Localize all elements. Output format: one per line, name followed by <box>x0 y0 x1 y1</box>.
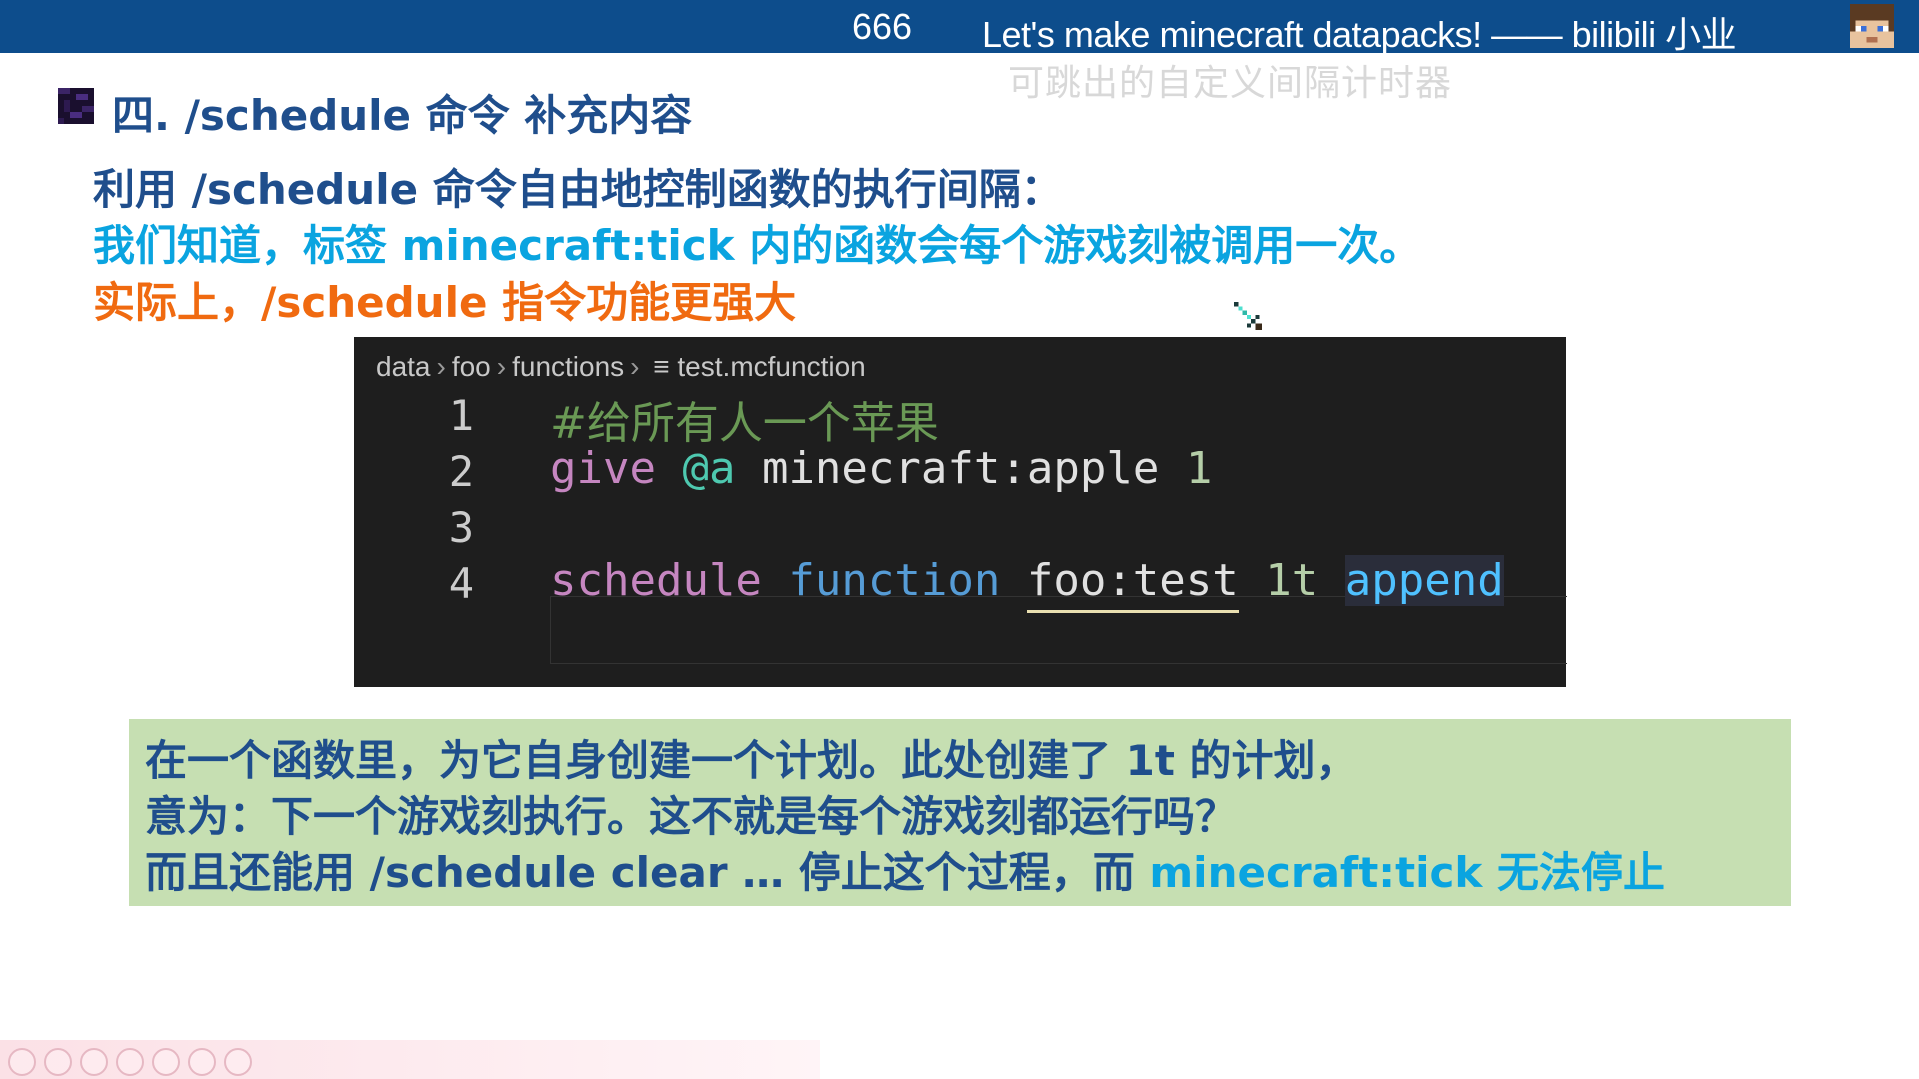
top-bar: 666 Let's make minecraft datapacks! —— b… <box>0 0 1919 55</box>
note-line-3-text: 而且还能用 /schedule clear … 停止这个过程，而 <box>145 848 1150 897</box>
code-line-1[interactable]: #给所有人一个苹果 <box>550 387 939 451</box>
breadcrumb-file[interactable]: test.mcfunction <box>677 351 865 382</box>
counter: 666 <box>852 6 913 47</box>
breadcrumb-data[interactable]: data <box>376 351 431 382</box>
code-editor: data › foo › functions › ≡ test.mcfunction 1 … <box>354 337 1567 687</box>
avatar-icon <box>1850 4 1894 48</box>
obsidian-block-icon <box>58 88 94 124</box>
pen-tool-button[interactable] <box>80 1048 108 1076</box>
time-token: 1t <box>1265 555 1319 606</box>
command-token: schedule <box>550 555 762 606</box>
item-token: minecraft:apple <box>761 443 1160 494</box>
line-number: 4 <box>448 559 474 608</box>
diamond-sword-cursor-icon <box>1234 302 1262 330</box>
command-token: give <box>550 443 656 494</box>
breadcrumb-functions[interactable]: functions <box>512 351 624 382</box>
code-line-4[interactable]: schedule function foo:test 1t append <box>550 555 1504 613</box>
note-line-3: 而且还能用 /schedule clear … 停止这个过程，而 minecra… <box>145 839 1665 900</box>
intro-line-3: 实际上，/schedule 指令功能更强大 <box>93 278 797 327</box>
overlay-subtitle: 可跳出的自定义间隔计时器 <box>1008 63 1453 104</box>
slides-overview-button[interactable] <box>116 1048 144 1076</box>
note-line-1: 在一个函数里，为它自身创建一个计划。此处创建了 1t 的计划， <box>145 736 1358 785</box>
zoom-button[interactable] <box>152 1048 180 1076</box>
code-line-2[interactable]: give @a minecraft:apple 1 <box>550 443 1212 494</box>
note-line-2: 意为：下一个游戏刻执行。这不就是每个游戏刻都运行吗？ <box>145 792 1238 841</box>
video-title: Let's make minecraft datapacks! —— bilib… <box>982 14 1737 55</box>
mode-token: append <box>1344 555 1504 606</box>
function-id-token: foo:test <box>1026 555 1239 613</box>
prev-slide-button[interactable] <box>8 1048 36 1076</box>
subtitles-button[interactable] <box>188 1048 216 1076</box>
next-slide-button[interactable] <box>44 1048 72 1076</box>
intro-line-2: 我们知道，标签 minecraft:tick 内的函数会每个游戏刻被调用一次。 <box>93 221 1422 270</box>
line-number: 2 <box>448 447 474 496</box>
breadcrumb-foo[interactable]: foo <box>452 351 491 382</box>
more-options-button[interactable] <box>224 1048 252 1076</box>
note-box: 在一个函数里，为它自身创建一个计划。此处创建了 1t 的计划， 意为：下一个游戏… <box>129 719 1791 906</box>
line-number: 1 <box>448 391 474 440</box>
line-number: 3 <box>448 503 474 552</box>
section-heading: 四. /schedule 命令 补充内容 <box>112 91 693 140</box>
code-comment: #给所有人一个苹果 <box>550 398 939 449</box>
note-line-3-highlight: minecraft:tick 无法停止 <box>1149 848 1665 897</box>
subcommand-token: function <box>788 555 1001 606</box>
file-lines-icon: ≡ <box>653 351 670 382</box>
selector-token: @a <box>682 443 736 494</box>
breadcrumb: data › foo › functions › ≡ test.mcfunction <box>376 351 866 382</box>
count-token: 1 <box>1185 443 1213 494</box>
intro-line-1: 利用 /schedule 命令自由地控制函数的执行间隔： <box>93 165 1063 214</box>
